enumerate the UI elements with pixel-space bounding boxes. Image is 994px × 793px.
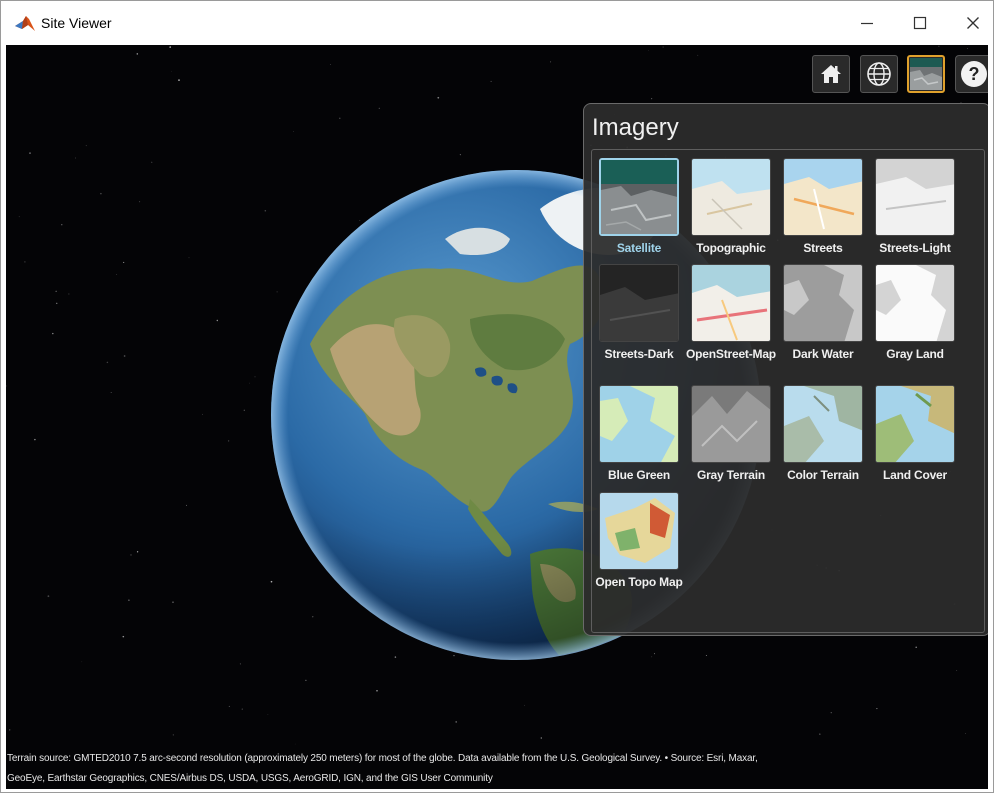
attribution-line-1: Terrain source: GMTED2010 7.5 arc-second… (7, 753, 758, 764)
imagery-option-land-cover[interactable]: Land Cover (870, 385, 960, 483)
streets-light-thumbnail (875, 158, 955, 236)
imagery-option-label: Color Terrain (787, 468, 859, 482)
matlab-logo-icon (15, 16, 35, 31)
imagery-option-color-terrain[interactable]: Color Terrain (778, 385, 868, 483)
svg-text:?: ? (969, 64, 980, 84)
globe-viewport[interactable]: ? Imagery Satellite Topographic Streets … (6, 45, 988, 789)
close-icon (967, 17, 979, 29)
open-topo-map-thumbnail (599, 492, 679, 570)
gray-land-thumbnail (875, 264, 955, 342)
attribution-line-2: GeoEye, Earthstar Geographics, CNES/Airb… (7, 773, 493, 784)
minimize-icon (861, 22, 873, 25)
imagery-option-satellite[interactable]: Satellite (594, 158, 684, 256)
window-title: Site Viewer (41, 15, 112, 31)
imagery-option-label: Topographic (696, 241, 766, 255)
gray-terrain-thumbnail (691, 385, 771, 463)
topographic-thumbnail (691, 158, 771, 236)
dark-water-thumbnail (783, 264, 863, 342)
imagery-option-label: Streets (803, 241, 843, 255)
imagery-option-streets[interactable]: Streets (778, 158, 868, 256)
openstreetmap-thumbnail (691, 264, 771, 342)
close-button[interactable] (945, 1, 994, 45)
minimize-button[interactable] (839, 1, 895, 45)
imagery-panel: Imagery Satellite Topographic Streets St… (583, 103, 988, 636)
maximize-button[interactable] (892, 1, 948, 45)
imagery-option-label: Blue Green (607, 468, 671, 482)
imagery-option-label: Land Cover (882, 468, 947, 482)
imagery-option-streets-light[interactable]: Streets-Light (870, 158, 960, 256)
imagery-option-openstreetmap[interactable]: OpenStreet-Map (686, 264, 776, 362)
imagery-option-open-topo-map[interactable]: Open Topo Map (594, 492, 684, 590)
help-icon: ? (961, 61, 987, 87)
basemap-picker-button[interactable] (907, 55, 945, 93)
color-terrain-thumbnail (783, 385, 863, 463)
globe-icon (867, 62, 891, 86)
help-button[interactable]: ? (955, 55, 988, 93)
home-icon (821, 65, 841, 83)
site-viewer-window: Site Viewer ? Imagery Satellite Topograp… (0, 0, 994, 793)
streets-dark-thumbnail (599, 264, 679, 342)
home-button[interactable] (812, 55, 850, 93)
imagery-grid: Satellite Topographic Streets Streets-Li… (591, 149, 985, 633)
imagery-option-blue-green[interactable]: Blue Green (594, 385, 684, 483)
imagery-option-dark-water[interactable]: Dark Water (778, 264, 868, 362)
globe-button[interactable] (860, 55, 898, 93)
imagery-option-streets-dark[interactable]: Streets-Dark (594, 264, 684, 362)
imagery-option-label: Satellite (616, 241, 662, 255)
imagery-option-label: Streets-Dark (604, 347, 674, 361)
imagery-option-label: Open Topo Map (595, 575, 683, 589)
imagery-option-label: Dark Water (792, 347, 854, 361)
satellite-thumbnail (599, 158, 679, 236)
imagery-option-label: Gray Land (886, 347, 944, 361)
blue-green-thumbnail (599, 385, 679, 463)
imagery-option-label: Streets-Light (879, 241, 951, 255)
basemap-icon (910, 58, 942, 90)
imagery-option-gray-terrain[interactable]: Gray Terrain (686, 385, 776, 483)
imagery-option-label: OpenStreet-Map (686, 347, 776, 361)
imagery-option-label: Gray Terrain (696, 468, 766, 482)
imagery-option-topographic[interactable]: Topographic (686, 158, 776, 256)
land-cover-thumbnail (875, 385, 955, 463)
title-bar[interactable]: Site Viewer (1, 1, 993, 45)
imagery-option-gray-land[interactable]: Gray Land (870, 264, 960, 362)
panel-title: Imagery (592, 114, 679, 141)
streets-thumbnail (783, 158, 863, 236)
attribution-text: Terrain source: GMTED2010 7.5 arc-second… (7, 749, 985, 789)
maximize-icon (913, 16, 927, 30)
